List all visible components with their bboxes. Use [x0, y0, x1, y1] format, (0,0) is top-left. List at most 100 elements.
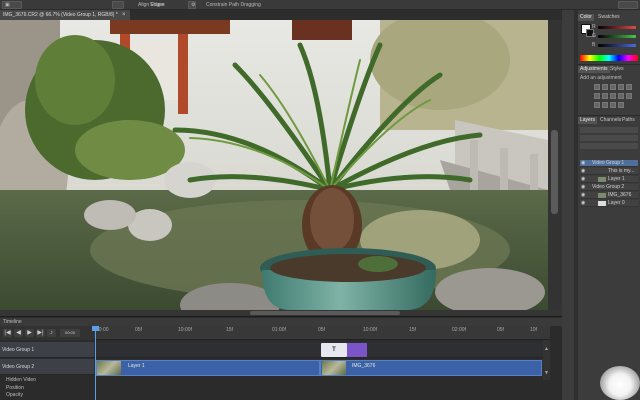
eye-icon[interactable]: ◉	[581, 200, 585, 207]
eye-icon[interactable]: ◉	[581, 168, 585, 175]
track-header-video-group-1[interactable]: Video Group 1	[0, 342, 94, 358]
channel-mixer-icon[interactable]	[626, 93, 632, 99]
layer-name: Layer 1	[608, 176, 625, 182]
invert-icon[interactable]	[594, 102, 600, 108]
scroll-down-icon[interactable]: ▼	[544, 370, 549, 376]
layer-row-layer-0[interactable]: ◉ Layer 0	[580, 200, 638, 207]
path-mode-dropdown[interactable]	[112, 1, 124, 9]
tab-color[interactable]: Color	[578, 14, 594, 21]
brightness-icon[interactable]	[594, 84, 600, 90]
black-white-icon[interactable]	[610, 93, 616, 99]
ruler-tick: 15f	[409, 327, 416, 333]
layer-filter-bar[interactable]	[580, 127, 638, 133]
ruler-tick: 05f	[135, 327, 142, 333]
vibrance-icon[interactable]	[626, 84, 632, 90]
layer-row-layer-1[interactable]: ◉ Layer 1	[580, 176, 638, 183]
close-icon[interactable]: ×	[122, 10, 126, 20]
text-layer-clip[interactable]: T	[321, 343, 347, 357]
channel-b-label: B	[592, 42, 596, 48]
clip-label: Layer 1	[128, 363, 145, 369]
next-frame-button[interactable]: ▶|	[36, 329, 45, 337]
lock-bar[interactable]	[580, 143, 638, 149]
layer-thumbnail	[598, 201, 606, 206]
ruler-tick: 05f	[497, 327, 504, 333]
channel-b-slider[interactable]	[598, 44, 636, 47]
layer-name: Video Group 1	[592, 160, 625, 166]
eye-icon[interactable]: ◉	[581, 184, 585, 191]
layer-name: Video Group 2	[592, 184, 625, 190]
ruler-tick: 10f	[530, 327, 537, 333]
workspace-dropdown[interactable]	[618, 1, 638, 9]
layer-name: Layer 0	[608, 200, 625, 206]
layer-name: IMG_3676	[608, 192, 632, 198]
audio-icon[interactable]: ♪	[47, 329, 56, 337]
gradient-map-icon[interactable]	[618, 102, 624, 108]
layer-name: This is my...	[608, 168, 635, 174]
document-tab[interactable]: IMG_3676.CR2 @ 66.7% (Video Group 1, RGB…	[0, 10, 130, 20]
shape-label: Shape	[150, 2, 165, 8]
adjustment-hint: Add an adjustment	[580, 75, 622, 81]
tab-paths[interactable]: Paths	[620, 117, 637, 124]
hue-saturation-icon[interactable]	[594, 93, 600, 99]
canvas-vertical-scroll-thumb[interactable]	[551, 130, 558, 214]
timeline-zoom-slider[interactable]: 00:00	[60, 329, 80, 337]
layer-row-img[interactable]: ◉ IMG_3676	[580, 192, 638, 199]
panel-divider	[578, 115, 640, 116]
track-property-opacity[interactable]: Opacity	[0, 392, 94, 399]
transition-clip[interactable]	[347, 343, 367, 357]
constrain-path-checkbox[interactable]: Constrain Path Dragging	[206, 2, 261, 8]
track-property-hidden-video[interactable]: Hidden Video	[0, 377, 94, 384]
layer-row-video-group-2[interactable]: ◉ Video Group 2	[580, 184, 638, 191]
gear-icon[interactable]: ⚙	[188, 1, 196, 9]
canvas-horizontal-scroll-thumb[interactable]	[250, 311, 400, 315]
ruler-tick: 02:00f	[452, 327, 466, 333]
cursor-highlight	[600, 366, 640, 400]
eye-icon[interactable]: ◉	[581, 192, 585, 199]
clip-thumbnail	[97, 361, 121, 375]
color-spectrum[interactable]	[580, 55, 638, 61]
timeline-header: Timeline	[0, 318, 562, 326]
blend-mode-bar[interactable]	[580, 135, 638, 141]
document-canvas[interactable]	[0, 20, 548, 310]
tab-styles[interactable]: Styles	[608, 66, 626, 73]
track-property-position[interactable]: Position	[0, 385, 94, 392]
channel-g-slider[interactable]	[598, 35, 636, 38]
channel-r-label: R	[592, 24, 596, 30]
scroll-up-icon[interactable]: ▲	[544, 346, 549, 352]
tab-adjustments[interactable]: Adjustments	[578, 66, 610, 73]
channel-g-label: G	[592, 33, 596, 39]
ruler-tick: 05f	[318, 327, 325, 333]
ruler-tick: 01:00f	[272, 327, 286, 333]
photo-filter-icon[interactable]	[618, 93, 624, 99]
eye-icon[interactable]: ◉	[581, 176, 585, 183]
layer-row-video-group-1[interactable]: ◉ Video Group 1	[580, 160, 638, 167]
tab-swatches[interactable]: Swatches	[596, 14, 622, 21]
tab-layers[interactable]: Layers	[578, 117, 598, 124]
clip-label: IMG_3676	[352, 363, 376, 369]
canvas-photo	[0, 20, 548, 310]
layer-row-text[interactable]: ◉ This is my...	[580, 168, 638, 175]
posterize-icon[interactable]	[602, 102, 608, 108]
levels-icon[interactable]	[602, 84, 608, 90]
clip-thumbnail	[322, 361, 346, 375]
playhead[interactable]	[95, 326, 96, 400]
panel-divider	[578, 64, 640, 65]
play-button[interactable]: ▶	[25, 329, 34, 337]
previous-frame-button[interactable]: ◀	[14, 329, 23, 337]
go-to-first-frame-button[interactable]: |◀	[3, 329, 12, 337]
track-label: Video Group 2	[2, 364, 35, 370]
layer-thumbnail	[598, 193, 606, 198]
curves-icon[interactable]	[610, 84, 616, 90]
timeline-title: Timeline	[3, 319, 22, 325]
ruler-tick: 10:00f	[178, 327, 192, 333]
track-header-video-group-2[interactable]: Video Group 2	[0, 359, 94, 375]
track-label: Video Group 1	[2, 347, 35, 353]
channel-r-slider[interactable]	[598, 26, 636, 29]
tool-preset-picker[interactable]: ▣	[2, 1, 22, 9]
eye-icon[interactable]: ◉	[581, 160, 585, 167]
color-balance-icon[interactable]	[602, 93, 608, 99]
exposure-icon[interactable]	[618, 84, 624, 90]
threshold-icon[interactable]	[610, 102, 616, 108]
ruler-tick: 15f	[226, 327, 233, 333]
layer-thumbnail	[598, 177, 606, 182]
